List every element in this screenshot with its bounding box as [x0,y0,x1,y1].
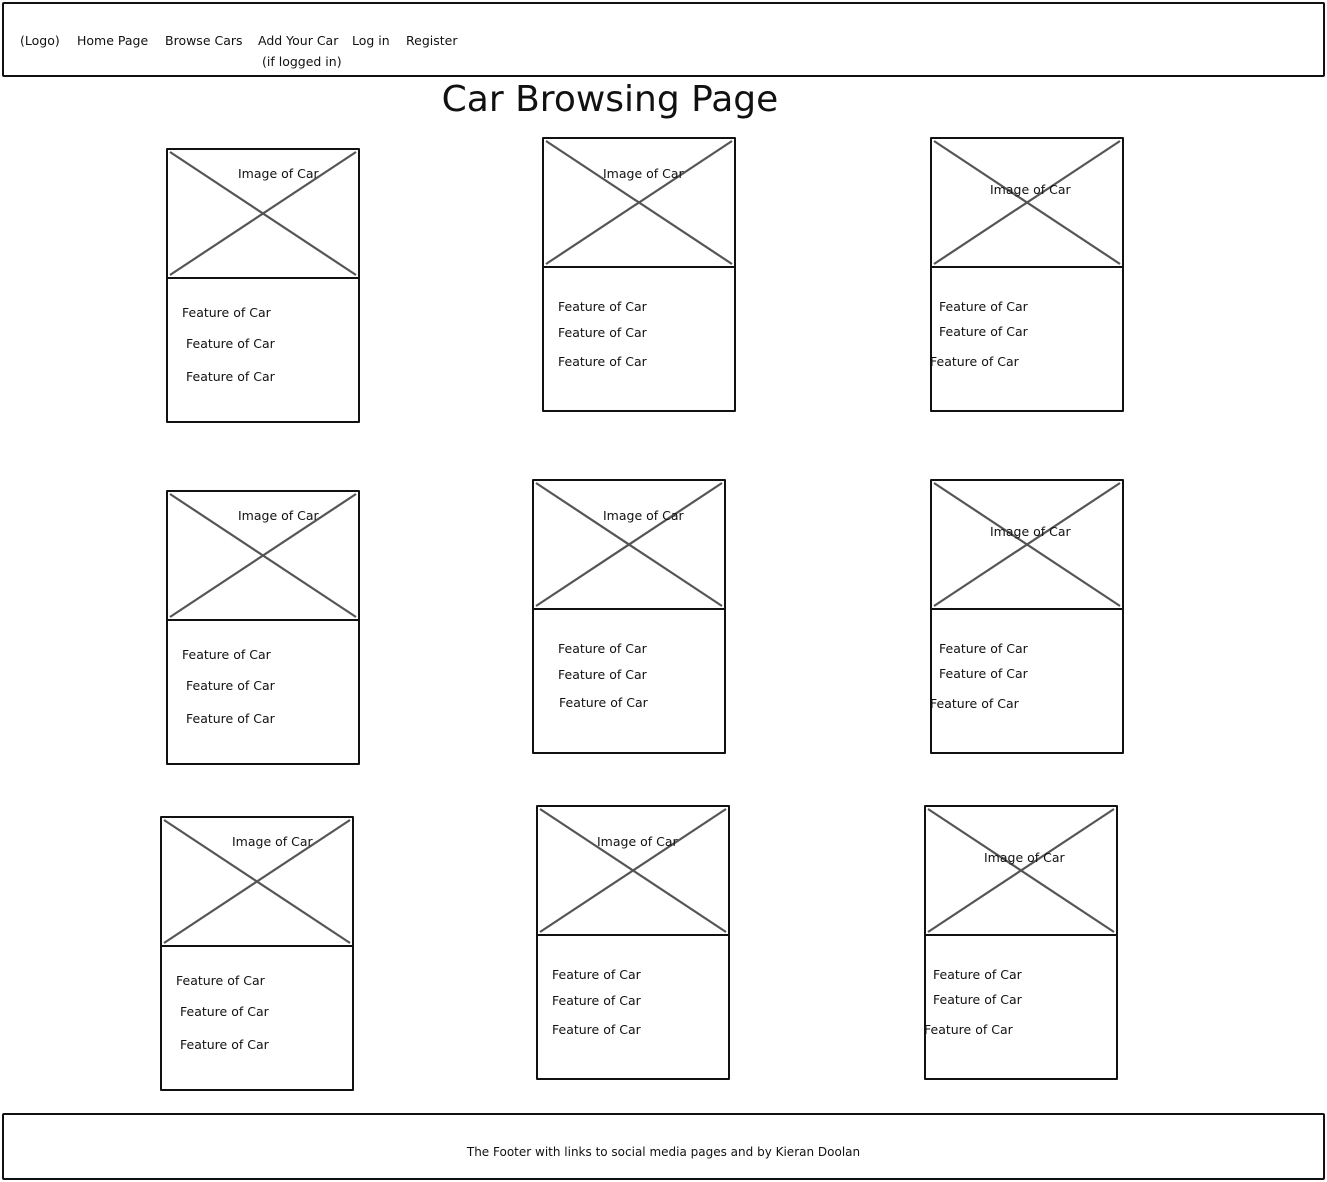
footer-text[interactable]: The Footer with links to social media pa… [4,1145,1323,1159]
car-feature: Feature of Car [552,1022,641,1037]
car-feature: Feature of Car [939,324,1028,339]
page-title: Car Browsing Page [441,79,779,120]
car-feature: Feature of Car [559,695,648,710]
image-label: Image of Car [603,166,684,181]
car-feature: Feature of Car [180,1004,269,1019]
image-placeholder-icon [535,482,723,607]
car-feature: Feature of Car [180,1037,269,1052]
site-header: (Logo) Home Page Browse Cars Add Your Ca… [2,2,1325,77]
car-image-placeholder[interactable]: Image of Car [926,807,1116,936]
logo[interactable]: (Logo) [20,33,60,49]
nav-add-car-note: (if logged in) [262,54,342,69]
car-feature: Feature of Car [182,305,271,320]
car-image-placeholder[interactable]: Image of Car [168,150,358,279]
site-footer: The Footer with links to social media pa… [2,1113,1325,1180]
car-feature: Feature of Car [930,354,1019,369]
nav-login-link[interactable]: Log in [352,33,390,49]
image-label: Image of Car [990,182,1071,197]
car-feature: Feature of Car [558,299,647,314]
car-feature: Feature of Car [552,993,641,1008]
car-feature: Feature of Car [558,641,647,656]
image-placeholder-icon [539,808,727,933]
image-placeholder-icon [927,808,1115,933]
car-card[interactable]: Image of Car Feature of Car Feature of C… [930,479,1124,754]
car-image-placeholder[interactable]: Image of Car [932,481,1122,610]
car-feature: Feature of Car [933,992,1022,1007]
car-card[interactable]: Image of Car Feature of Car Feature of C… [536,805,730,1080]
car-card[interactable]: Image of Car Feature of Car Feature of C… [542,137,736,412]
car-card[interactable]: Image of Car Feature of Car Feature of C… [166,490,360,765]
car-feature: Feature of Car [186,678,275,693]
car-card[interactable]: Image of Car Feature of Car Feature of C… [930,137,1124,412]
image-label: Image of Car [603,508,684,523]
car-feature: Feature of Car [930,696,1019,711]
image-placeholder-icon [933,140,1121,265]
car-card[interactable]: Image of Car Feature of Car Feature of C… [532,479,726,754]
car-feature: Feature of Car [176,973,265,988]
image-placeholder-icon [933,482,1121,607]
car-card[interactable]: Image of Car Feature of Car Feature of C… [166,148,360,423]
car-card[interactable]: Image of Car Feature of Car Feature of C… [160,816,354,1091]
car-image-placeholder[interactable]: Image of Car [544,139,734,268]
car-feature: Feature of Car [182,647,271,662]
image-label: Image of Car [238,166,319,181]
car-feature: Feature of Car [558,667,647,682]
nav-add-car-link[interactable]: Add Your Car [258,33,338,49]
car-feature: Feature of Car [939,666,1028,681]
car-image-placeholder[interactable]: Image of Car [538,807,728,936]
nav-browse-cars-link[interactable]: Browse Cars [165,33,243,49]
car-feature: Feature of Car [933,967,1022,982]
car-card[interactable]: Image of Car Feature of Car Feature of C… [924,805,1118,1080]
car-feature: Feature of Car [558,325,647,340]
image-placeholder-icon [545,140,733,265]
nav-register-link[interactable]: Register [406,33,457,49]
car-feature: Feature of Car [558,354,647,369]
car-feature: Feature of Car [186,336,275,351]
car-feature: Feature of Car [939,299,1028,314]
image-label: Image of Car [984,850,1065,865]
car-feature: Feature of Car [186,369,275,384]
car-image-placeholder[interactable]: Image of Car [168,492,358,621]
car-feature: Feature of Car [186,711,275,726]
image-label: Image of Car [238,508,319,523]
image-label: Image of Car [232,834,313,849]
car-feature: Feature of Car [939,641,1028,656]
car-image-placeholder[interactable]: Image of Car [162,818,352,947]
image-label: Image of Car [990,524,1071,539]
car-image-placeholder[interactable]: Image of Car [534,481,724,610]
car-feature: Feature of Car [552,967,641,982]
car-feature: Feature of Car [924,1022,1013,1037]
nav-home-link[interactable]: Home Page [77,33,148,49]
car-image-placeholder[interactable]: Image of Car [932,139,1122,268]
image-label: Image of Car [597,834,678,849]
